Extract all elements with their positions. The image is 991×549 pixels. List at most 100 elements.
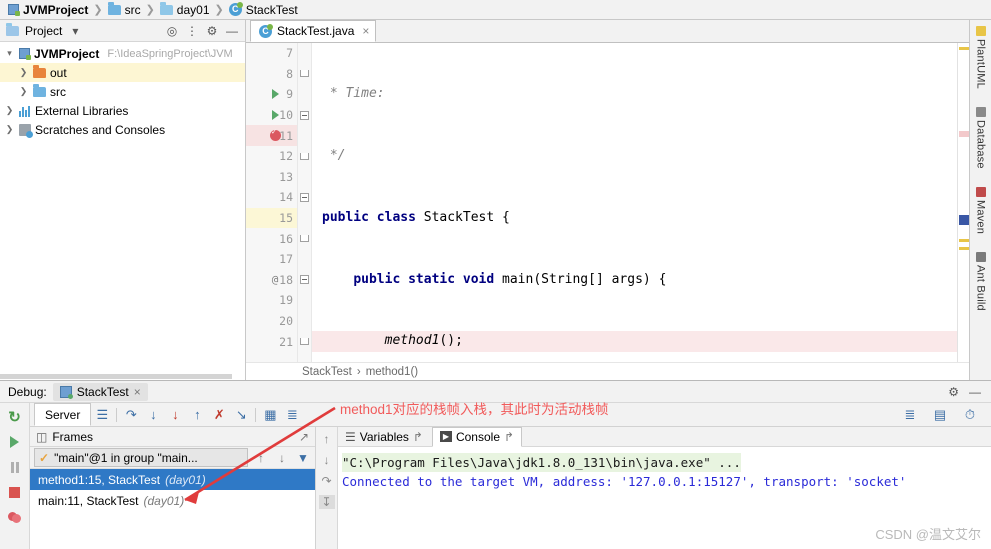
marker-executing[interactable] [959,215,969,225]
debug-tab-server[interactable]: Server [34,403,92,426]
pin-icon[interactable]: ↱ [413,430,423,444]
close-icon[interactable]: × [362,24,369,38]
editor-tab-stacktest[interactable]: C StackTest.java × [250,20,377,42]
tool-tab-ant-build[interactable]: Ant Build [975,251,987,310]
panel-split-handle[interactable] [0,374,232,379]
tab-console[interactable]: ▶ Console ↱ [431,426,523,447]
show-execution-point-icon[interactable]: ☰ [91,404,113,426]
step-into-icon[interactable]: ↓ [142,404,164,426]
chevron-down-icon[interactable]: ▾ [4,48,15,59]
breadcrumb-item-day01[interactable]: day01 [158,1,212,17]
close-icon[interactable]: × [134,385,141,399]
step-over-icon[interactable]: ↷ [120,404,142,426]
settings-layout-icon[interactable]: ▤ [929,404,951,426]
marker-warning[interactable] [959,247,969,250]
frame-list-item[interactable]: main:11, StackTest (day01) [30,490,315,511]
marker-breakpoint[interactable] [959,131,969,137]
gutter-line-current: 15 [246,207,297,229]
annotation-gutter-icon[interactable]: @ [268,273,282,287]
tree-node-src[interactable]: ❯ src [0,82,245,101]
pin-icon[interactable]: ↱ [504,430,514,444]
fold-marker[interactable] [298,105,311,126]
down-arrow-icon[interactable]: ↓ [319,453,335,467]
fold-end-marker[interactable] [298,64,311,85]
frame-label: main:11, StackTest [38,493,139,508]
debug-session-tab[interactable]: StackTest × [52,382,148,401]
tool-tab-plantuml[interactable]: PlantUML [975,26,987,89]
breadcrumb-item-src[interactable]: src [106,1,143,17]
tree-node-scratches[interactable]: ❯ Scratches and Consoles [0,120,245,139]
tool-tab-maven[interactable]: Maven [975,186,987,234]
frame-list-item[interactable]: method1:15, StackTest (day01) [30,469,315,490]
thread-dropdown[interactable]: ✓ "main"@1 in group "main... [34,448,248,467]
folder-orange-icon [33,64,46,78]
watermark: CSDN @温文艾尔 [875,527,981,542]
resume-icon[interactable] [7,434,23,450]
settings-icon[interactable]: ⚙ [205,24,219,38]
drop-frame-icon[interactable]: ✗ [208,404,230,426]
gutter-line: 9 [246,84,297,105]
marker-todo[interactable] [959,47,969,50]
breakpoint-icon[interactable] [268,127,282,143]
collapse-all-icon[interactable]: ⋮ [185,24,199,38]
tree-node-label: External Libraries [35,103,129,118]
pin-icon[interactable]: ↗ [299,430,315,444]
tree-node-out[interactable]: ❯ out [0,63,245,82]
annotation-text: method1对应的栈帧入栈，其此时为活动栈帧 [340,402,609,417]
fold-end-marker[interactable] [298,228,311,249]
fold-marker[interactable] [298,270,311,291]
filter-icon[interactable]: ▼ [295,450,311,466]
rerun-icon[interactable]: ↻ [7,409,23,426]
force-step-into-icon[interactable]: ↓ [164,404,186,426]
up-arrow-icon[interactable]: ↑ [253,450,269,466]
view-breakpoints-icon[interactable] [7,509,23,525]
frames-icon: ◫ [36,429,48,444]
chevron-right-icon[interactable]: ❯ [4,124,15,135]
pause-icon[interactable] [7,459,23,475]
step-out-icon[interactable]: ↑ [186,404,208,426]
help-icon[interactable]: ⏱ [959,404,981,426]
minimize-icon[interactable]: — [969,385,981,399]
editor-area: C StackTest.java × 7 8 9 10 ✓ 11 12 13 1… [246,20,969,380]
hide-icon[interactable]: — [225,24,239,38]
chevron-right-icon[interactable]: ❯ [4,105,15,116]
run-gutter-icon[interactable] [268,87,282,101]
chevron-right-icon[interactable]: ❯ [18,86,29,97]
locate-icon[interactable]: ◎ [165,24,179,38]
code-text-area[interactable]: * Time: */ public class StackTest { publ… [312,43,957,362]
tree-node-external-libraries[interactable]: ❯ External Libraries [0,101,245,120]
tool-tab-label: Database [974,119,987,169]
evaluate-expression-icon[interactable]: ▦ [259,404,281,426]
trace-icon[interactable]: ≣ [281,404,303,426]
debug-body: ↻ Server ☰ ↷ ↓ ↓ ↑ ✗ ↘ ▦ ≣ ≣ ▤ ⏱ ◫ Frame… [0,403,991,549]
fold-end-marker[interactable] [298,331,311,352]
chevron-down-icon[interactable]: ▾ [68,24,82,38]
gutter-line-breakpoint[interactable]: 11 [246,125,297,146]
layout-icon[interactable]: ≣ [899,404,921,426]
stop-icon[interactable] [7,484,23,500]
frames-title: Frames [52,429,94,444]
code-editor[interactable]: 7 8 9 10 11 12 13 1 [246,43,969,362]
breadcrumb-method[interactable]: method1() [366,366,418,378]
breadcrumb-item-project[interactable]: JVMProject [6,3,90,17]
up-arrow-icon[interactable]: ↑ [319,432,335,446]
breadcrumb-item-class[interactable]: C StackTest [227,2,300,17]
editor-fold-column[interactable] [298,43,312,362]
run-gutter-icon[interactable] [268,108,282,122]
tool-tab-database[interactable]: Database [974,106,987,169]
editor-gutter[interactable]: 7 8 9 10 11 12 13 1 [246,43,298,362]
fold-end-marker[interactable] [298,146,311,167]
chevron-right-icon[interactable]: ❯ [18,67,29,78]
scroll-to-end-icon[interactable]: ↧ [318,495,335,509]
marker-warning[interactable] [959,239,969,242]
tree-node-jvmproject[interactable]: ▾ JVMProject F:\IdeaSpringProject\JVM [0,44,245,63]
down-arrow-icon[interactable]: ↓ [274,450,290,466]
tab-variables[interactable]: ☰ Variables ↱ [338,428,430,446]
fold-slot [298,290,311,311]
settings-icon[interactable]: ⚙ [948,385,959,399]
run-to-cursor-icon[interactable]: ↘ [230,404,252,426]
fold-marker[interactable] [298,187,311,208]
soft-wrap-icon[interactable]: ↷ [319,474,335,488]
editor-marker-strip[interactable] [957,43,969,362]
breadcrumb-class[interactable]: StackTest [302,366,352,378]
